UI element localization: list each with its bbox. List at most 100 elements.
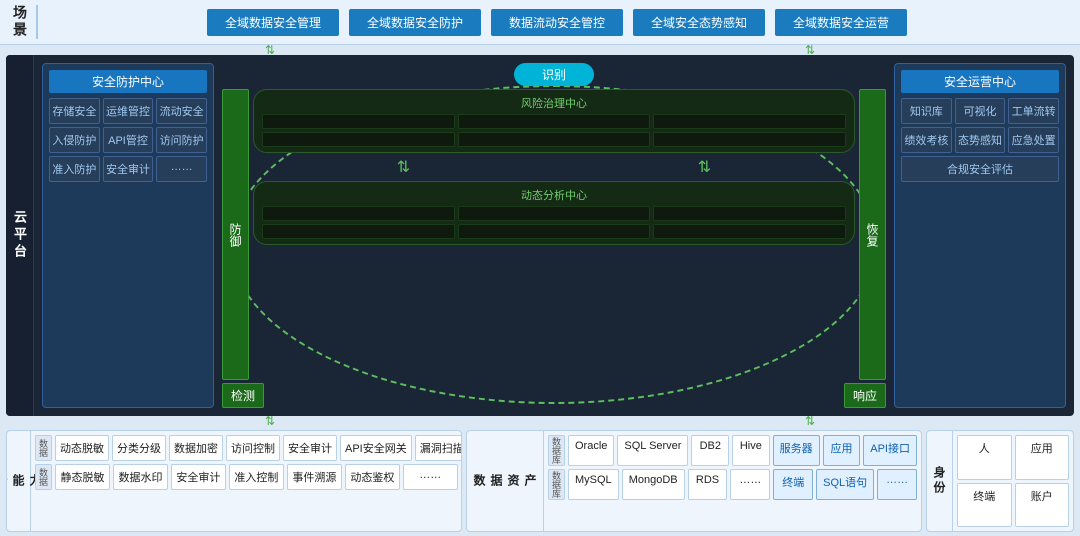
recover-side-tag: 恢复 [859, 89, 886, 380]
mid-arrow-left: ⇅ [397, 157, 410, 177]
cap-sublabel-data1: 数据 [35, 435, 52, 461]
ops-panel-title: 安全运营中心 [901, 70, 1059, 93]
risk-cell-3 [653, 114, 846, 129]
cap-item-security-audit2: 安全审计 [171, 464, 226, 490]
dynamic-cell-4 [262, 224, 455, 239]
caps-row2: 数据 静态脱敏 数据水印 安全审计 准入控制 事件溯源 动态鉴权 …… …… [35, 464, 462, 490]
ops-row2: 绩效考核 态势感知 应急处置 [901, 127, 1059, 153]
dynamic-cell-2 [458, 206, 651, 221]
data-item-dots-blue: …… [877, 469, 917, 500]
data-label-text: 数据资产 [471, 474, 539, 489]
risk-cell-2 [458, 114, 651, 129]
cap-item-encrypt: 数据加密 [169, 435, 223, 461]
detect-respond-row: 检测 响应 [222, 383, 886, 408]
caps-row1: 数据 动态脱敏 分类分级 数据加密 访问控制 安全审计 API安全网关 漏洞扫描… [35, 435, 462, 461]
cap-body: 数据 动态脱敏 分类分级 数据加密 访问控制 安全审计 API安全网关 漏洞扫描… [31, 431, 462, 531]
data-item-hive: Hive [732, 435, 770, 466]
data-item-sql: SQL语句 [816, 469, 874, 500]
data-sublabel-db1: 数据库 [548, 435, 565, 466]
center-body: 防御 风险治理中心 [222, 89, 886, 380]
dynamic-grid [262, 206, 846, 239]
defense-cell-api: API管控 [103, 127, 154, 153]
center-main: 风险治理中心 ⇅ [253, 89, 855, 380]
id-col1: 人 终端 [957, 435, 1012, 527]
data-item-sqlserver: SQL Server [617, 435, 688, 466]
defense-row3: 准入防护 安全审计 …… [49, 156, 207, 182]
cloud-body: 安全防护中心 存储安全 运维管控 流动安全 入侵防护 API管控 访问防护 准入… [34, 55, 1074, 416]
risk-panel: 风险治理中心 [253, 89, 855, 153]
ops-cell-kb: 知识库 [901, 98, 952, 124]
defense-row1: 存储安全 运维管控 流动安全 [49, 98, 207, 124]
identify-tag: 识别 [514, 63, 594, 86]
data-assets-section: 数据资产 数据库 Oracle SQL Server DB2 Hive 服务器 … [466, 430, 922, 532]
cap-sublabel-data2: 数据 [35, 464, 52, 490]
ops-cell-compliance: 合规安全评估 [901, 156, 1059, 182]
scene-tag-1: 全域数据安全防护 [349, 9, 481, 36]
terminal-cap-label: 端能力 [7, 431, 31, 531]
cap-item-dynamic-desensitize: 动态脱敏 [55, 435, 109, 461]
data-item-api: API接口 [863, 435, 917, 466]
defense-cell-dots: …… [156, 156, 207, 182]
ops-row3: 合规安全评估 [901, 156, 1059, 182]
data-row1: 数据库 Oracle SQL Server DB2 Hive 服务器 应用 AP… [548, 435, 917, 466]
ops-cell-awareness: 态势感知 [955, 127, 1006, 153]
id-item-app: 应用 [1015, 435, 1070, 480]
risk-cell-6 [653, 132, 846, 147]
data-item-app: 应用 [823, 435, 861, 466]
id-col2: 应用 账户 [1015, 435, 1070, 527]
defense-side-tag: 防御 [222, 89, 249, 380]
risk-cell-1 [262, 114, 455, 129]
third-sep-2 [461, 464, 462, 490]
scene-row: 场景 全域数据安全管理 全域数据安全防护 数据流动安全管控 全域安全态势感知 全… [0, 0, 1080, 45]
data-item-db2: DB2 [691, 435, 729, 466]
dynamic-title: 动态分析中心 [262, 187, 846, 203]
defense-cell-access: 访问防护 [156, 127, 207, 153]
risk-title: 风险治理中心 [262, 95, 846, 111]
mid-arrow-right: ⇅ [698, 157, 711, 177]
id-item-person: 人 [957, 435, 1012, 480]
dynamic-cell-5 [458, 224, 651, 239]
ops-cell-kpi: 绩效考核 [901, 127, 952, 153]
dynamic-cell-3 [653, 206, 846, 221]
cloud-label: 云平台 [6, 55, 34, 416]
defense-cell-intrusion: 入侵防护 [49, 127, 100, 153]
cap-item-security-audit1: 安全审计 [283, 435, 337, 461]
ops-cell-emergency: 应急处置 [1008, 127, 1059, 153]
detect-tag: 检测 [222, 383, 264, 408]
cap-item-access-ctrl: 访问控制 [226, 435, 280, 461]
data-item-server: 服务器 [773, 435, 820, 466]
data-body: 数据库 Oracle SQL Server DB2 Hive 服务器 应用 AP… [544, 431, 921, 531]
data-item-mongodb: MongoDB [622, 469, 685, 500]
defense-cell-ops: 运维管控 [103, 98, 154, 124]
data-row2: 数据库 MySQL MongoDB RDS …… 终端 SQL语句 …… [548, 469, 917, 500]
respond-tag: 响应 [844, 383, 886, 408]
data-assets-label: 数据资产 [467, 431, 544, 531]
id-body: 人 终端 应用 账户 [953, 431, 1073, 531]
security-ops-panel: 安全运营中心 知识库 可视化 工单流转 绩效考核 态势感知 应急处置 合规安全评… [894, 63, 1066, 408]
identity-section: 身份 人 终端 应用 账户 [926, 430, 1074, 532]
dynamic-cell-6 [653, 224, 846, 239]
identity-label: 身份 [927, 431, 953, 531]
scene-tags: 全域数据安全管理 全域数据安全防护 数据流动安全管控 全域安全态势感知 全域数据… [38, 9, 1076, 36]
id-label-text: 身份 [931, 466, 948, 496]
defense-cell-storage: 存储安全 [49, 98, 100, 124]
data-item-dots: …… [730, 469, 770, 500]
mid-connectors: ⇅ ⇅ [253, 157, 855, 177]
scene-label: 场景 [4, 5, 38, 39]
scene-tag-0: 全域数据安全管理 [207, 9, 339, 36]
security-defense-panel: 安全防护中心 存储安全 运维管控 流动安全 入侵防护 API管控 访问防护 准入… [42, 63, 214, 408]
terminal-cap-section: 端能力 数据 动态脱敏 分类分级 数据加密 访问控制 安全审计 API安全网关 … [6, 430, 462, 532]
cloud-center: 识别 防御 风险治理中心 [222, 63, 886, 408]
ops-cell-visual: 可视化 [955, 98, 1006, 124]
id-item-terminal: 终端 [957, 483, 1012, 528]
dynamic-cell-1 [262, 206, 455, 221]
data-item-mysql: MySQL [568, 469, 619, 500]
defense-cell-admission: 准入防护 [49, 156, 100, 182]
cloud-platform-row: 云平台 安全防护中心 存储安全 运维管控 流动安全 入侵防护 API管控 访问防… [6, 55, 1074, 416]
scene-tag-4: 全域数据安全运营 [775, 9, 907, 36]
cap-item-dynamic-auth: 动态鉴权 [345, 464, 400, 490]
defense-cell-audit: 安全审计 [103, 156, 154, 182]
cap-item-dots-r2: …… [403, 464, 458, 490]
cap-item-api-gw: API安全网关 [340, 435, 412, 461]
connector-row-2: ⇅ ⇅ [0, 416, 1080, 426]
